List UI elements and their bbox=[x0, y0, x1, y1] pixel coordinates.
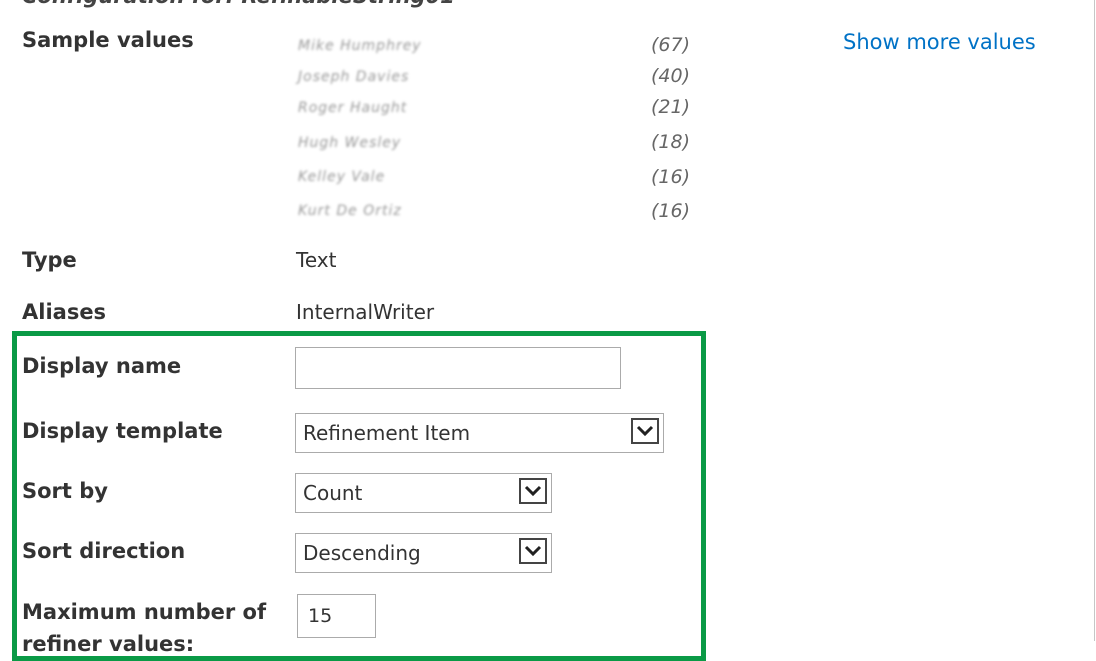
display-template-select[interactable]: Refinement Item bbox=[295, 413, 664, 453]
chevron-down-icon[interactable] bbox=[519, 478, 547, 504]
sample-value-name: Roger Haught bbox=[298, 100, 408, 116]
max-refiner-values-input[interactable] bbox=[297, 594, 376, 638]
aliases-label: Aliases bbox=[22, 300, 107, 324]
sample-value-count: (16) bbox=[651, 166, 691, 188]
sort-by-selected: Count bbox=[303, 481, 363, 505]
sort-direction-label: Sort direction bbox=[22, 539, 186, 563]
max-refiner-values-label: Maximum number of refiner values: bbox=[22, 600, 267, 656]
display-name-label: Display name bbox=[22, 354, 182, 378]
sample-value-name: Kelley Vale bbox=[298, 169, 386, 185]
sample-value-name: Kurt De Ortiz bbox=[298, 203, 402, 219]
sample-value-count: (40) bbox=[651, 65, 691, 87]
sample-values-label: Sample values bbox=[22, 28, 194, 52]
sample-value-name: Mike Humphrey bbox=[298, 38, 422, 54]
chevron-down-icon[interactable] bbox=[631, 418, 659, 444]
sort-by-label: Sort by bbox=[22, 479, 108, 503]
sample-value-count: (67) bbox=[651, 34, 691, 56]
display-template-selected: Refinement Item bbox=[303, 421, 471, 445]
show-more-values-link[interactable]: Show more values bbox=[843, 30, 1036, 54]
sort-direction-select[interactable]: Descending bbox=[295, 533, 552, 573]
sample-value-name: Hugh Wesley bbox=[298, 135, 402, 151]
sort-direction-selected: Descending bbox=[303, 541, 421, 565]
sample-value-count: (18) bbox=[651, 131, 691, 153]
type-value: Text bbox=[296, 248, 337, 272]
sample-value-name: Joseph Davies bbox=[298, 69, 410, 85]
section-heading: Configuration for: RefinableString01 bbox=[22, 0, 455, 8]
sort-by-select[interactable]: Count bbox=[295, 473, 552, 513]
aliases-value: InternalWriter bbox=[296, 300, 435, 324]
display-template-label: Display template bbox=[22, 419, 223, 443]
type-label: Type bbox=[22, 248, 77, 272]
sample-value-count: (21) bbox=[651, 96, 691, 118]
sample-value-count: (16) bbox=[651, 200, 691, 222]
display-name-input[interactable] bbox=[295, 347, 621, 389]
chevron-down-icon[interactable] bbox=[519, 538, 547, 564]
